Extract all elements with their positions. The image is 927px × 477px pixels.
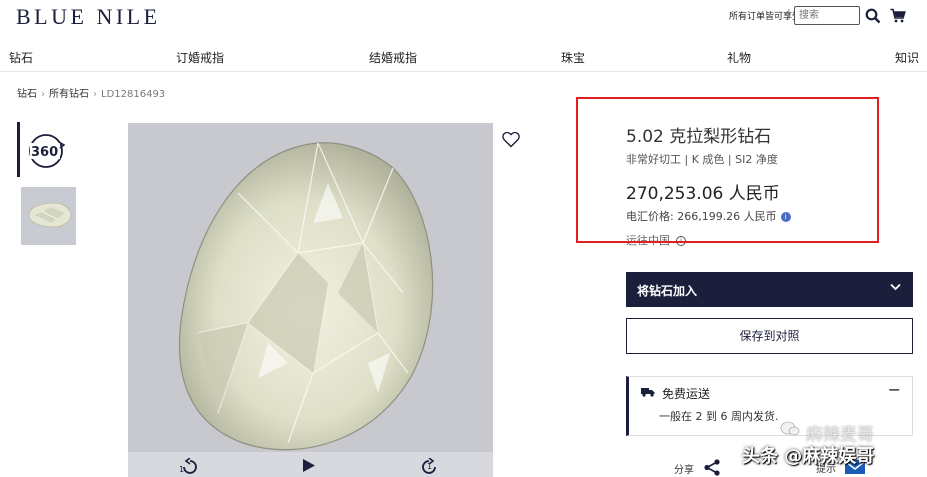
- view-360-label: 360: [31, 145, 58, 160]
- add-diamond-label: 将钻石加入: [637, 284, 698, 298]
- active-thumb-indicator: [17, 122, 20, 177]
- rotate-left-label: 1: [179, 465, 185, 474]
- gallery-controls: 1 1: [128, 452, 493, 477]
- play-icon[interactable]: [302, 458, 316, 473]
- chevron-down-icon: [890, 283, 901, 291]
- nav-item-gifts[interactable]: 礼物: [727, 49, 751, 66]
- breadcrumb-diamonds[interactable]: 钻石: [17, 89, 37, 100]
- search-icon[interactable]: [865, 8, 881, 24]
- nav-item-wedding-rings[interactable]: 结婚戒指: [369, 49, 417, 66]
- breadcrumb: 钻石 › 所有钻石 › LD12816493: [17, 85, 165, 100]
- diamond-thumbnail[interactable]: [21, 187, 76, 245]
- collapse-button[interactable]: −: [888, 380, 901, 399]
- diamond-thumbnail-image: [21, 187, 76, 245]
- diamond-main-image[interactable]: [128, 123, 493, 477]
- share-label[interactable]: 分享: [674, 461, 694, 476]
- add-diamond-button[interactable]: 将钻石加入: [626, 272, 913, 307]
- watermark-toutiao: 头条 @麻辣娱哥: [742, 446, 875, 467]
- nav-item-education[interactable]: 知识: [895, 49, 919, 66]
- nav-item-jewelry[interactable]: 珠宝: [561, 49, 585, 66]
- cart-icon[interactable]: [890, 8, 906, 23]
- breadcrumb-sku: LD12816493: [101, 89, 166, 100]
- share-icon[interactable]: [703, 459, 721, 476]
- breadcrumb-separator: ›: [41, 89, 45, 100]
- breadcrumb-separator: ›: [93, 89, 97, 100]
- nav-item-diamonds[interactable]: 钻石: [9, 49, 33, 66]
- save-compare-button[interactable]: 保存到对照: [626, 318, 913, 354]
- nav-item-engagement-rings[interactable]: 订婚戒指: [176, 49, 224, 66]
- header-separator: |: [787, 7, 791, 20]
- heart-icon[interactable]: [502, 131, 520, 148]
- truck-icon: [641, 388, 655, 397]
- highlight-annotation-box: [576, 97, 879, 243]
- nav-divider: [0, 71, 927, 72]
- watermark-logo-icon: [780, 421, 800, 436]
- rotate-right-label: 1: [427, 462, 433, 471]
- view-360-button[interactable]: 360: [27, 133, 67, 169]
- breadcrumb-all-diamonds[interactable]: 所有钻石: [49, 89, 89, 100]
- shipping-title: 免费运送: [662, 387, 711, 401]
- pear-diamond-image: [128, 123, 493, 477]
- shipping-description: 一般在 2 到 6 周内发货.: [659, 410, 779, 423]
- brand-logo[interactable]: BLUE NILE: [16, 4, 161, 30]
- main-nav: 钻石 订婚戒指 结婚戒指 珠宝 礼物 知识: [0, 46, 927, 68]
- search-input[interactable]: [794, 6, 860, 25]
